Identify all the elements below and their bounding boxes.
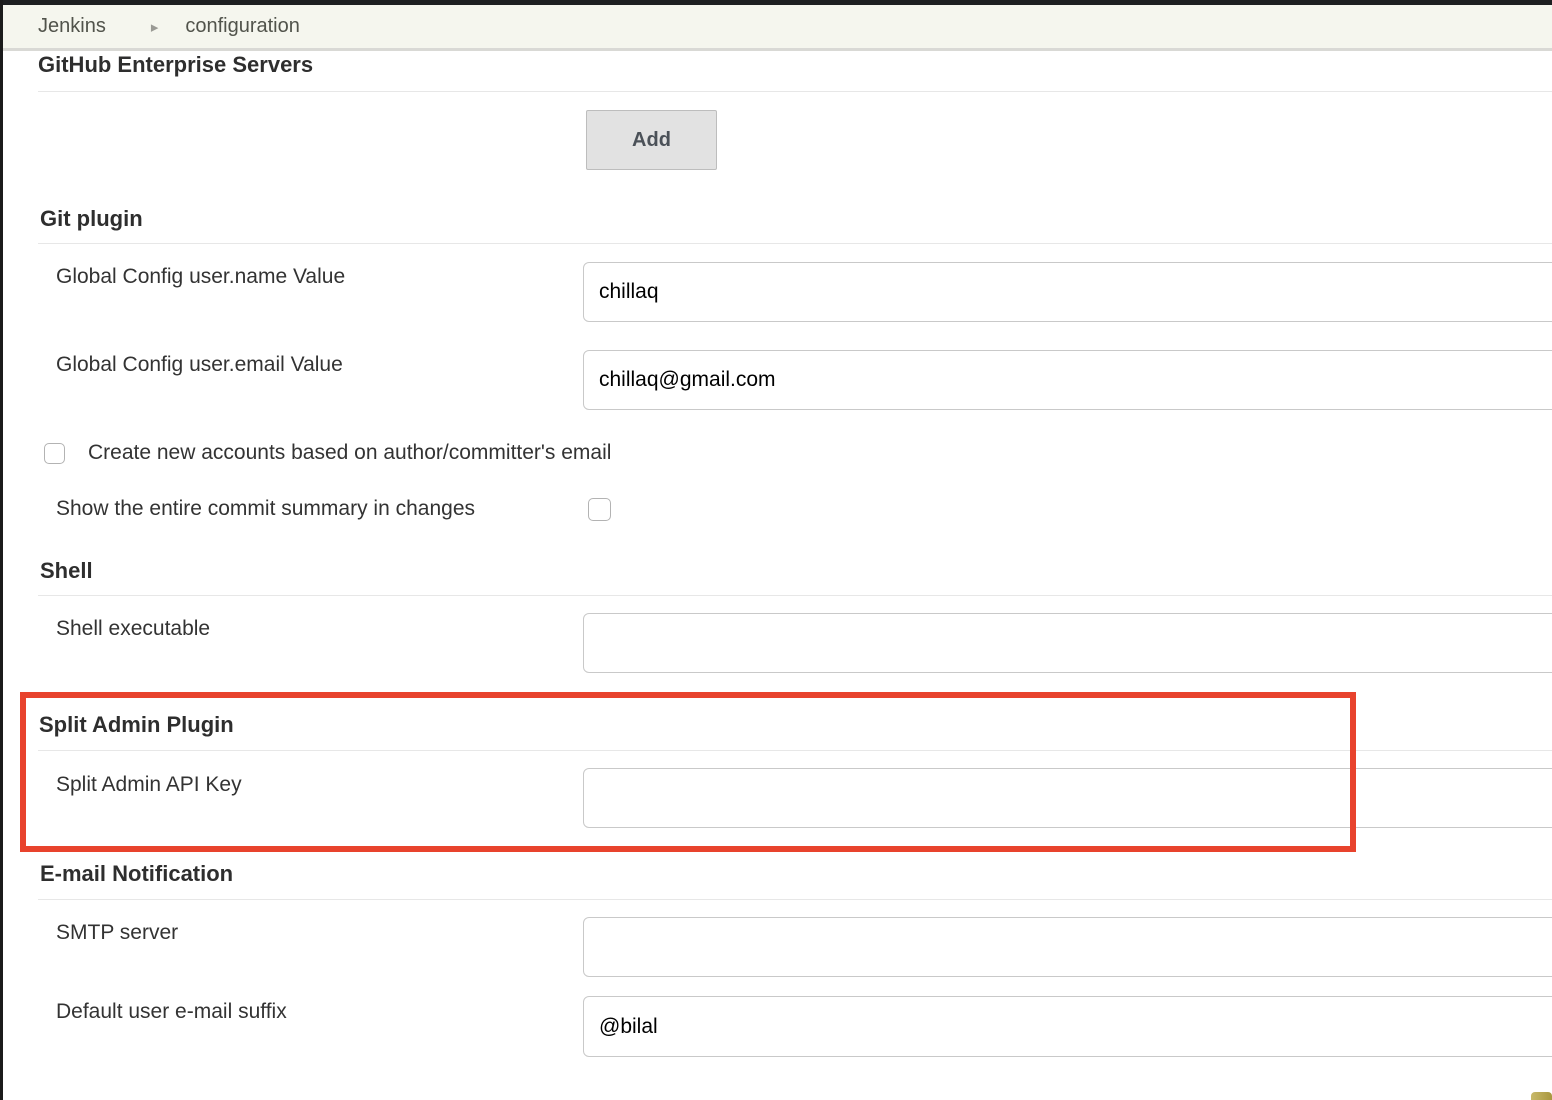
default-email-suffix-input[interactable] — [583, 996, 1552, 1057]
smtp-server-input[interactable] — [583, 917, 1552, 977]
breadcrumb-item-jenkins[interactable]: Jenkins — [38, 15, 106, 38]
add-github-server-button[interactable]: Add — [586, 110, 717, 170]
create-accounts-checkbox[interactable] — [44, 443, 65, 464]
label-split-admin-api-key: Split Admin API Key — [56, 773, 242, 797]
section-divider — [38, 750, 1552, 751]
clipped-gold-icon — [1531, 1092, 1552, 1100]
section-title-github-enterprise-servers: GitHub Enterprise Servers — [38, 52, 313, 78]
chevron-right-icon: ▸ — [151, 18, 159, 36]
label-smtp-server: SMTP server — [56, 921, 178, 945]
breadcrumb-item-configuration[interactable]: configuration — [185, 15, 300, 38]
label-show-commit-summary[interactable]: Show the entire commit summary in change… — [56, 497, 475, 521]
section-divider — [38, 899, 1552, 900]
section-divider — [38, 243, 1552, 244]
label-default-email-suffix: Default user e-mail suffix — [56, 1000, 287, 1024]
section-title-git-plugin: Git plugin — [40, 206, 143, 232]
label-shell-executable: Shell executable — [56, 617, 210, 641]
section-divider — [38, 91, 1552, 92]
section-divider — [38, 595, 1552, 596]
window-left-edge — [0, 0, 3, 1100]
section-title-shell: Shell — [40, 558, 93, 584]
breadcrumb: Jenkins ▸ configuration — [0, 5, 1552, 51]
show-commit-summary-checkbox[interactable] — [588, 498, 611, 521]
global-config-user-email-input[interactable] — [583, 350, 1552, 410]
section-title-split-admin-plugin: Split Admin Plugin — [39, 712, 234, 738]
label-global-config-user-email: Global Config user.email Value — [56, 353, 343, 377]
split-admin-api-key-input[interactable] — [583, 768, 1552, 828]
global-config-user-name-input[interactable] — [583, 262, 1552, 322]
section-title-email-notification: E-mail Notification — [40, 861, 233, 887]
label-global-config-user-name: Global Config user.name Value — [56, 265, 345, 289]
jenkins-configuration-page: { "breadcrumb": { "items": ["Jenkins", "… — [0, 0, 1552, 1100]
window-top-bar — [0, 0, 1552, 5]
label-create-accounts[interactable]: Create new accounts based on author/comm… — [88, 441, 611, 465]
shell-executable-input[interactable] — [583, 613, 1552, 673]
